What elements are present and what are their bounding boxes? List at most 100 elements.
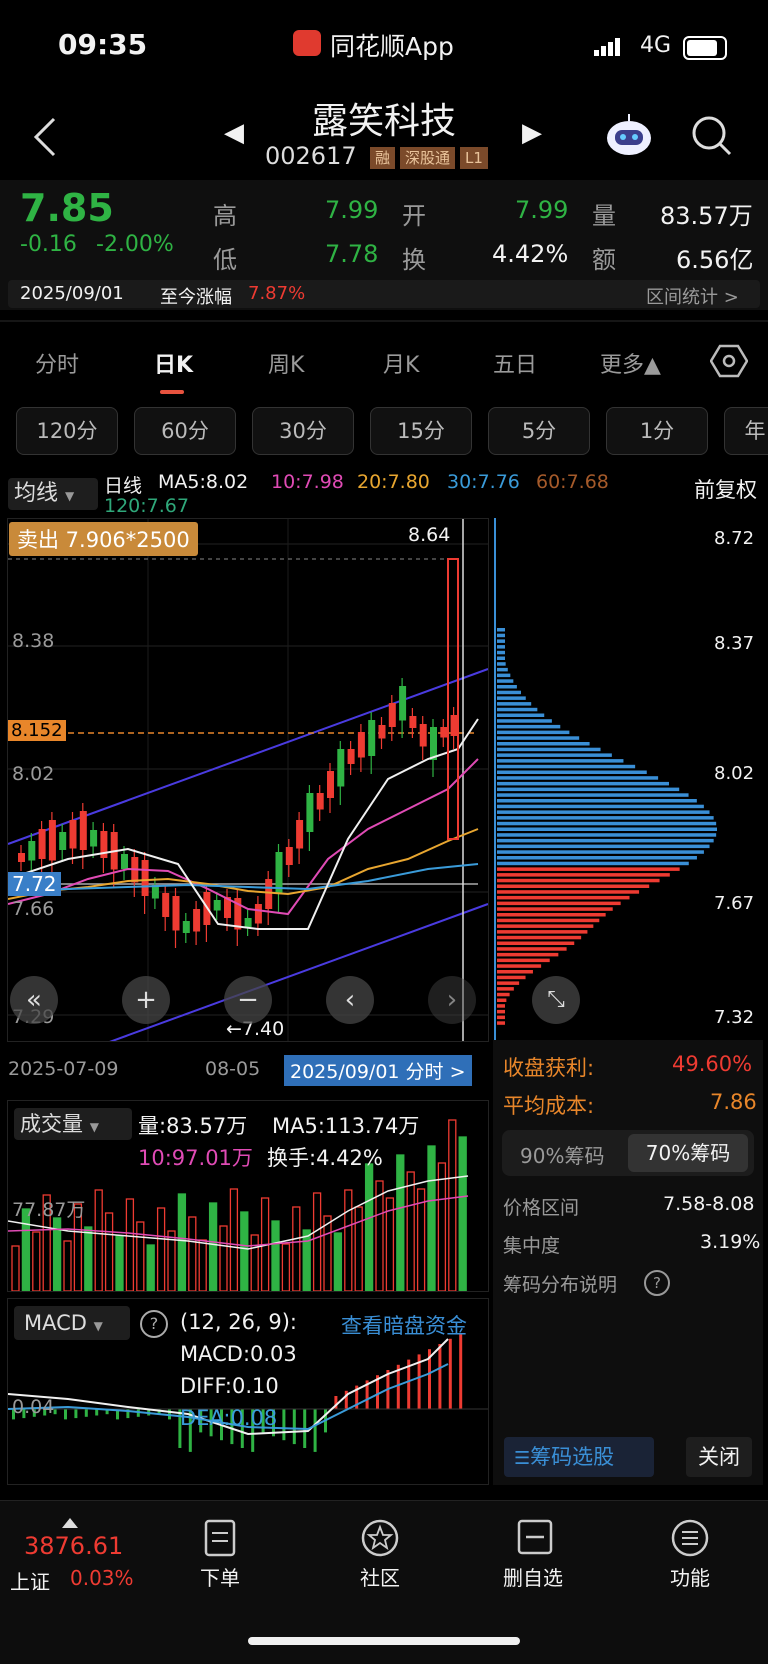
candle-body: [388, 703, 396, 727]
nav-remove-watch[interactable]: 删自选: [503, 1562, 563, 1591]
index-value[interactable]: 3876.61: [24, 1532, 123, 1560]
macd-selector[interactable]: MACD ▼: [14, 1306, 130, 1340]
candle-body: [285, 847, 293, 865]
chip-bar: [497, 742, 590, 746]
ma30-value: 30:7.76: [447, 471, 520, 493]
kline-chart-area[interactable]: [7, 518, 489, 1080]
robot-assistant-icon[interactable]: [604, 112, 654, 158]
since-value: 7.87%: [248, 283, 306, 304]
close-button[interactable]: 关闭: [686, 1437, 752, 1477]
chip-y-4: 7.67: [714, 893, 755, 914]
chip-explain-label[interactable]: 筹码分布说明: [503, 1270, 617, 1297]
tab-intraday[interactable]: 分时: [35, 347, 79, 379]
adjust-mode[interactable]: 前复权: [694, 474, 757, 504]
period-1m[interactable]: 1分: [606, 407, 708, 455]
macd-scale: 0.04: [12, 1396, 55, 1418]
chip-select-button[interactable]: ☰筹码选股: [504, 1437, 654, 1477]
fast-back-icon[interactable]: «: [10, 976, 58, 1024]
tab-five-day[interactable]: 五日: [493, 347, 537, 379]
kline-canvas: [7, 519, 489, 1080]
next-stock-icon[interactable]: ▶: [522, 118, 542, 148]
macd-help-icon[interactable]: ?: [140, 1310, 168, 1338]
candle-body: [38, 829, 46, 859]
fullscreen-icon[interactable]: ⤡: [532, 976, 580, 1024]
menu-icon[interactable]: [670, 1518, 710, 1562]
chip-bar: [497, 941, 575, 945]
prev-icon[interactable]: ‹: [326, 976, 374, 1024]
nav-community[interactable]: 社区: [360, 1562, 400, 1591]
search-icon[interactable]: [690, 114, 734, 162]
chip-bar: [497, 730, 570, 735]
volume-label: 量: [592, 202, 616, 230]
chip-bar: [497, 821, 717, 826]
zoom-out-icon[interactable]: −: [224, 976, 272, 1024]
tab-daily-k[interactable]: 日K: [154, 347, 193, 379]
remove-watch-icon[interactable]: [516, 1518, 554, 1560]
tab-monthly-k[interactable]: 月K: [383, 347, 419, 379]
volume-bar: [416, 1188, 426, 1292]
chip-y-3: 8.02: [714, 763, 755, 784]
volume-bar: [458, 1136, 467, 1292]
period-5m[interactable]: 5分: [488, 407, 590, 455]
price-change: -0.16: [20, 232, 77, 257]
volume-bar: [302, 1229, 311, 1292]
community-icon[interactable]: [360, 1518, 400, 1562]
chip-bar: [497, 913, 606, 917]
next-icon[interactable]: ›: [428, 976, 476, 1024]
nav-functions[interactable]: 功能: [670, 1562, 710, 1591]
tab-weekly-k[interactable]: 周K: [268, 347, 304, 379]
chip-bar: [497, 656, 505, 660]
chip-bar: [497, 975, 526, 980]
interval-stats-link[interactable]: 区间统计 >: [646, 283, 739, 309]
chip-tab-70[interactable]: 70%筹码: [628, 1134, 748, 1172]
candle-body: [244, 918, 252, 927]
volume-selector[interactable]: 成交量 ▼: [14, 1108, 132, 1140]
chip-bar: [497, 981, 520, 985]
chip-bar: [497, 804, 704, 809]
candle-body: [275, 852, 283, 893]
ma-selector[interactable]: 均线 ▼: [8, 478, 98, 510]
period-120m[interactable]: 120分: [16, 407, 118, 455]
zoom-in-icon[interactable]: +: [122, 976, 170, 1024]
chip-tab-90[interactable]: 90%筹码: [520, 1140, 604, 1169]
volume-bar: [312, 1192, 322, 1292]
chip-bar: [497, 970, 533, 974]
price-range-label: 价格区间: [503, 1197, 580, 1219]
chip-bar: [497, 878, 660, 883]
chip-bar: [497, 662, 506, 666]
back-icon[interactable]: [30, 115, 60, 163]
chip-help-icon[interactable]: ?: [644, 1270, 670, 1296]
order-icon[interactable]: [203, 1518, 239, 1562]
tab-more[interactable]: 更多▲: [600, 347, 661, 379]
period-15m[interactable]: 15分: [370, 407, 472, 455]
chip-bar: [497, 1009, 505, 1014]
chip-bar: [497, 747, 601, 752]
candle-body: [193, 909, 201, 932]
status-app: 同花顺App: [330, 32, 454, 61]
candle-body: [327, 771, 334, 798]
period-60m[interactable]: 60分: [134, 407, 236, 455]
index-up-icon: [62, 1518, 78, 1528]
chip-bar: [497, 667, 508, 672]
battery-icon: [683, 36, 727, 60]
volume-ma5: MA5:113.74万: [272, 1114, 420, 1138]
candle-body: [141, 860, 149, 896]
volume-bar: [333, 1232, 343, 1292]
macd-bar: [292, 1409, 296, 1445]
nav-order[interactable]: 下单: [200, 1562, 240, 1591]
chip-bar: [497, 861, 689, 866]
candle-body: [337, 749, 345, 787]
period-year[interactable]: 年: [724, 407, 768, 455]
prev-stock-icon[interactable]: ◀: [224, 118, 244, 148]
y-label-4: 7.66: [12, 898, 55, 920]
cursor-date-label[interactable]: 2025/09/01 分时 >: [284, 1055, 472, 1086]
dark-pool-link[interactable]: 查看暗盘资金: [341, 1310, 467, 1340]
settings-hex-icon[interactable]: [709, 342, 749, 384]
chip-bar: [497, 935, 582, 940]
volume-bar: [136, 1221, 145, 1292]
dea-value: DEA:0.08: [180, 1406, 278, 1430]
volume-bar: [198, 1239, 207, 1292]
chip-bar: [497, 987, 514, 991]
index-name: 上证: [10, 1570, 50, 1594]
period-30m[interactable]: 30分: [252, 407, 354, 455]
